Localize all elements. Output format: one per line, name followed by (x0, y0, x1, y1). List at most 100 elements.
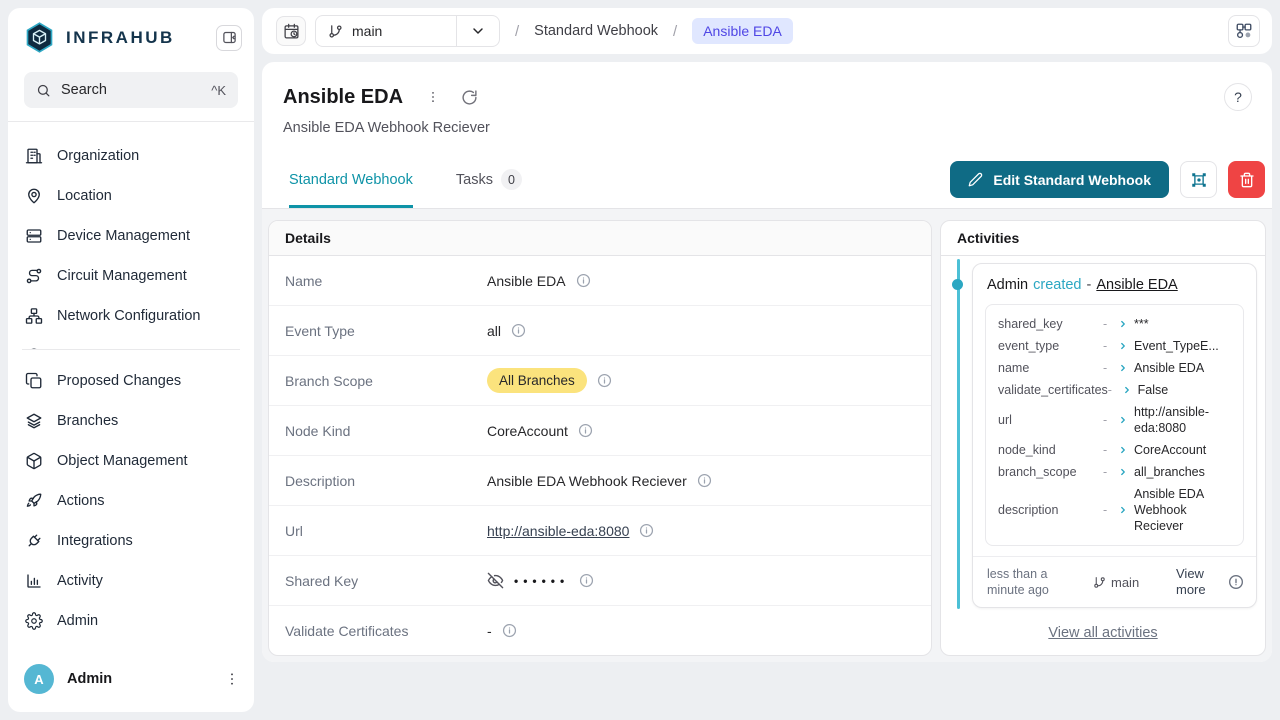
chevron-right-icon (1118, 467, 1134, 477)
time-travel-button[interactable] (276, 16, 306, 46)
sidebar-nav-secondary: Proposed Changes Branches Object Managem… (8, 350, 254, 641)
info-icon[interactable] (502, 623, 517, 638)
chevron-right-icon (1118, 363, 1134, 373)
sidebar-item-proposed-changes[interactable]: Proposed Changes (8, 361, 254, 401)
avatar: A (24, 664, 54, 694)
more-vertical-icon (224, 671, 240, 687)
copy-icon (25, 372, 43, 390)
info-icon[interactable] (639, 523, 654, 538)
sidebar-item-integrations[interactable]: Integrations (8, 521, 254, 561)
git-branch-icon (1093, 576, 1106, 589)
page-subtitle: Ansible EDA Webhook Reciever (283, 120, 1252, 151)
change-old-value: - (1103, 316, 1118, 332)
search-input[interactable]: Search ^K (24, 72, 238, 108)
network-icon (25, 307, 43, 325)
reveal-secret-button[interactable] (487, 572, 504, 589)
user-menu-button[interactable] (224, 671, 240, 687)
change-new-value: Event_TypeE... (1134, 338, 1231, 354)
change-new-value: all_branches (1134, 464, 1231, 480)
activity-target-link[interactable]: Ansible EDA (1096, 277, 1177, 293)
masked-secret: •••••• (514, 574, 569, 588)
sidebar-user[interactable]: A Admin (8, 652, 254, 712)
tab-label: Standard Webhook (289, 172, 413, 188)
sidebar-item-activity[interactable]: Activity (8, 561, 254, 601)
detail-value: - (487, 623, 492, 639)
tab-tasks[interactable]: Tasks 0 (456, 151, 522, 208)
breadcrumb-section[interactable]: Standard Webhook (534, 23, 658, 39)
activity-entry-footer: less than a minute ago main View more (973, 556, 1256, 607)
detail-label: Name (285, 273, 487, 289)
activity-author: Admin (987, 277, 1028, 293)
detail-label: Validate Certificates (285, 623, 487, 639)
sidebar-item-device-management[interactable]: Device Management (8, 216, 254, 256)
panel-collapse-icon (222, 30, 237, 45)
change-name: shared_key (998, 316, 1103, 332)
change-new-value: http://ansible-eda:8080 (1134, 404, 1231, 436)
sidebar-collapse-button[interactable] (216, 25, 242, 51)
change-name: event_type (998, 338, 1103, 354)
sidebar-item-branches[interactable]: Branches (8, 401, 254, 441)
change-row: node_kind - CoreAccount (998, 439, 1231, 461)
help-button[interactable]: ? (1224, 83, 1252, 111)
detail-row-url: Url http://ansible-eda:8080 (269, 506, 931, 556)
sidebar-item-location[interactable]: Location (8, 176, 254, 216)
sidebar-item-label: Activity (57, 573, 103, 589)
info-icon[interactable] (579, 573, 594, 588)
detail-label: Url (285, 523, 487, 539)
edit-webhook-button[interactable]: Edit Standard Webhook (950, 161, 1169, 198)
change-old-value: - (1103, 338, 1118, 354)
url-link[interactable]: http://ansible-eda:8080 (487, 523, 629, 539)
sidebar-item-object-management[interactable]: Object Management (8, 441, 254, 481)
bar-chart-icon (25, 572, 43, 590)
info-icon[interactable] (697, 473, 712, 488)
detail-row-branch-scope: Branch Scope All Branches (269, 356, 931, 406)
change-old-value: - (1103, 442, 1118, 458)
info-icon[interactable] (578, 423, 593, 438)
sidebar-item-routing-peering[interactable]: Routing & Peering (8, 336, 254, 349)
branch-selector-caret[interactable] (456, 16, 499, 46)
rocket-icon (25, 492, 43, 510)
detail-row-shared-key: Shared Key •••••• (269, 556, 931, 606)
branch-selector-value: main (316, 23, 456, 39)
sidebar-item-admin[interactable]: Admin (8, 601, 254, 641)
refresh-button[interactable] (461, 89, 478, 106)
detail-value: Ansible EDA Webhook Reciever (487, 473, 687, 489)
title-menu-button[interactable] (426, 90, 440, 104)
change-old-value: - (1103, 412, 1118, 428)
change-new-value: *** (1134, 316, 1231, 332)
activities-card: Activities Admin created - Ansible EDA s… (940, 220, 1266, 656)
detail-label: Branch Scope (285, 373, 487, 389)
sidebar-item-circuit-management[interactable]: Circuit Management (8, 256, 254, 296)
change-old-value: - (1103, 360, 1118, 376)
detail-value: Ansible EDA (487, 273, 566, 289)
box-select-icon (1190, 171, 1208, 189)
sidebar-item-label: Circuit Management (57, 268, 187, 284)
manage-object-button[interactable] (1180, 161, 1217, 198)
sidebar-item-actions[interactable]: Actions (8, 481, 254, 521)
info-icon[interactable] (597, 373, 612, 388)
chevron-right-icon (1118, 319, 1134, 329)
tab-standard-webhook[interactable]: Standard Webhook (289, 151, 413, 208)
schema-button[interactable] (1228, 15, 1260, 47)
tabs-bar: Standard Webhook Tasks 0 Edit Standard W… (262, 151, 1272, 209)
activity-entry-title: Admin created - Ansible EDA (973, 264, 1256, 304)
sidebar-item-organization[interactable]: Organization (8, 136, 254, 176)
info-icon[interactable] (576, 273, 591, 288)
user-name: Admin (67, 671, 211, 687)
activity-branch-name: main (1111, 575, 1139, 590)
sidebar-item-label: Device Management (57, 228, 190, 244)
sidebar-item-network-configuration[interactable]: Network Configuration (8, 296, 254, 336)
view-all-activities-link[interactable]: View all activities (941, 625, 1265, 641)
info-icon[interactable] (511, 323, 526, 338)
delete-button[interactable] (1228, 161, 1265, 198)
eye-off-icon (487, 572, 504, 589)
view-more-link[interactable]: View more (1176, 566, 1220, 598)
search-placeholder: Search (61, 82, 107, 98)
info-icon[interactable] (1228, 574, 1244, 590)
branch-selector[interactable]: main (315, 15, 500, 47)
gear-icon (25, 612, 43, 630)
chevron-right-icon (1118, 415, 1134, 425)
breadcrumb-item-badge[interactable]: Ansible EDA (692, 18, 793, 44)
activities-title: Activities (941, 221, 1265, 256)
change-row: description - Ansible EDA Webhook Reciev… (998, 483, 1231, 537)
